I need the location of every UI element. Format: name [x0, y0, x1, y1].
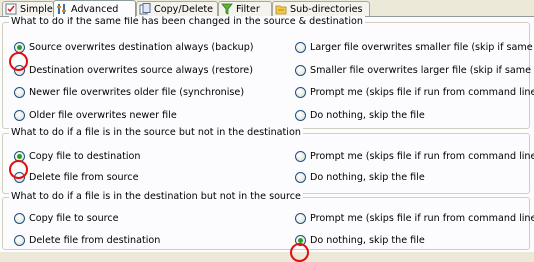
- tab-label: Advanced: [71, 3, 119, 15]
- option-label: Older file overwrites newer file: [29, 110, 177, 121]
- advanced-panel: What to do if the same file has been cha…: [0, 16, 534, 262]
- option-smaller-overwrites-larger[interactable]: Smaller file overwrites larger file (ski…: [295, 64, 534, 77]
- radio-button[interactable]: [14, 42, 25, 53]
- option-do-nothing[interactable]: Do nothing, skip the file: [295, 234, 425, 247]
- radio-button[interactable]: [295, 172, 306, 183]
- radio-button[interactable]: [14, 172, 25, 183]
- tab-advanced[interactable]: Advanced: [53, 0, 136, 17]
- option-delete-from-source[interactable]: Delete file from source: [14, 171, 138, 184]
- option-copy-to-destination[interactable]: Copy file to destination: [14, 150, 140, 163]
- group-source-only: What to do if a file is in the source bu…: [2, 127, 534, 194]
- radio-button[interactable]: [295, 235, 306, 246]
- option-label: Prompt me (skips file if run from comman…: [310, 151, 534, 162]
- radio-button[interactable]: [14, 213, 25, 224]
- radio-button[interactable]: [295, 213, 306, 224]
- radio-button[interactable]: [14, 151, 25, 162]
- option-older-overwrites-newer[interactable]: Older file overwrites newer file: [14, 109, 177, 122]
- radio-button[interactable]: [295, 110, 306, 121]
- funnel-icon: [221, 3, 233, 15]
- option-prompt-me[interactable]: Prompt me (skips file if run from comman…: [295, 86, 534, 99]
- option-label: Copy file to source: [29, 213, 119, 224]
- radio-button[interactable]: [295, 42, 306, 53]
- group-changed-in-both: What to do if the same file has been cha…: [2, 16, 534, 129]
- radio-button[interactable]: [295, 87, 306, 98]
- group-destination-only: What to do if a file is in the destinati…: [2, 191, 534, 250]
- option-delete-from-destination[interactable]: Delete file from destination: [14, 234, 160, 247]
- option-do-nothing[interactable]: Do nothing, skip the file: [295, 171, 425, 184]
- option-label: Do nothing, skip the file: [310, 172, 425, 183]
- option-label: Do nothing, skip the file: [310, 110, 425, 121]
- option-prompt-me[interactable]: Prompt me (skips file if run from comman…: [295, 150, 534, 163]
- option-label: Prompt me (skips file if run from comman…: [310, 87, 534, 98]
- option-label: Destination overwrites source always (re…: [29, 65, 253, 76]
- option-label: Do nothing, skip the file: [310, 235, 425, 246]
- option-label: Prompt me (skips file if run from comman…: [310, 213, 534, 224]
- radio-button[interactable]: [14, 87, 25, 98]
- radio-button[interactable]: [295, 65, 306, 76]
- option-label: Newer file overwrites older file (synchr…: [29, 87, 245, 98]
- option-label: Source overwrites destination always (ba…: [29, 42, 254, 53]
- subdirectories-icon: [275, 3, 287, 15]
- tab-sub-directories[interactable]: Sub-directories: [272, 1, 370, 16]
- advanced-settings-icon: [56, 3, 68, 15]
- option-label: Delete file from destination: [29, 235, 161, 246]
- option-larger-overwrites-smaller[interactable]: Larger file overwrites smaller file (ski…: [295, 41, 534, 54]
- option-source-overwrites-destination[interactable]: Source overwrites destination always (ba…: [14, 41, 254, 54]
- tab-label: Filter: [236, 3, 260, 15]
- option-label: Smaller file overwrites larger file (ski…: [310, 65, 534, 76]
- option-newer-overwrites-older[interactable]: Newer file overwrites older file (synchr…: [14, 86, 244, 99]
- option-label: Copy file to destination: [29, 151, 141, 162]
- group-title: What to do if the same file has been cha…: [9, 16, 365, 27]
- radio-button[interactable]: [14, 235, 25, 246]
- option-label: Larger file overwrites smaller file (ski…: [310, 42, 534, 53]
- tab-simple[interactable]: Simple: [2, 1, 54, 16]
- option-prompt-me[interactable]: Prompt me (skips file if run from comman…: [295, 212, 534, 225]
- group-title: What to do if a file is in the source bu…: [9, 127, 303, 138]
- copy-delete-icon: [139, 3, 151, 15]
- tab-label: Sub-directories: [290, 3, 363, 15]
- option-destination-overwrites-source[interactable]: Destination overwrites source always (re…: [14, 64, 253, 77]
- tab-label: Copy/Delete: [154, 3, 214, 15]
- option-copy-to-source[interactable]: Copy file to source: [14, 212, 119, 225]
- tab-label: Simple: [20, 3, 53, 15]
- radio-button[interactable]: [295, 151, 306, 162]
- group-title: What to do if a file is in the destinati…: [9, 191, 303, 202]
- tab-filter[interactable]: Filter: [218, 1, 272, 16]
- radio-button[interactable]: [14, 65, 25, 76]
- tab-copy-delete[interactable]: Copy/Delete: [136, 1, 218, 16]
- option-do-nothing[interactable]: Do nothing, skip the file: [295, 109, 425, 122]
- radio-button[interactable]: [14, 110, 25, 121]
- checklist-icon: [5, 3, 17, 15]
- tab-bar: Simple Advanced Copy/Delete Filter Sub-d…: [0, 0, 534, 17]
- option-label: Delete file from source: [29, 172, 139, 183]
